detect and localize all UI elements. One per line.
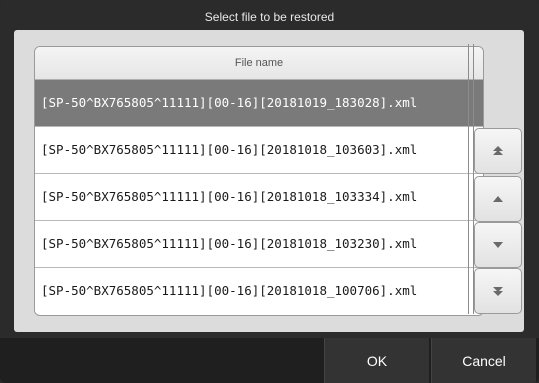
file-row[interactable]: [SP-50^BX765805^11111][00-16][20181018_1… <box>35 268 483 314</box>
scroll-up-button[interactable] <box>474 176 522 222</box>
scroll-up-icon <box>493 196 503 202</box>
file-row[interactable]: [SP-50^BX765805^11111][00-16][20181018_1… <box>35 174 483 221</box>
column-header-file-name: File name <box>35 47 483 80</box>
scroll-down-button[interactable] <box>474 222 522 268</box>
cancel-button[interactable]: Cancel <box>431 338 536 383</box>
restore-file-dialog: Select file to be restored File name [SP… <box>0 0 539 383</box>
scroll-top-icon <box>493 146 503 155</box>
dialog-title: Select file to be restored <box>204 10 335 24</box>
scroll-down-icon <box>493 242 503 248</box>
dialog-body: File name [SP-50^BX765805^11111][00-16][… <box>14 30 524 332</box>
file-row[interactable]: [SP-50^BX765805^11111][00-16][20181019_1… <box>35 80 483 127</box>
scroll-bottom-icon <box>493 287 503 296</box>
scroll-bottom-button[interactable] <box>474 268 522 314</box>
ok-button[interactable]: OK <box>324 338 429 383</box>
file-list: File name [SP-50^BX765805^11111][00-16][… <box>34 46 484 316</box>
scroll-top-button[interactable] <box>474 128 522 174</box>
file-row[interactable]: [SP-50^BX765805^11111][00-16][20181018_1… <box>35 221 483 268</box>
dialog-footer: OK Cancel <box>0 338 539 383</box>
file-row[interactable]: [SP-50^BX765805^11111][00-16][20181018_1… <box>35 127 483 174</box>
